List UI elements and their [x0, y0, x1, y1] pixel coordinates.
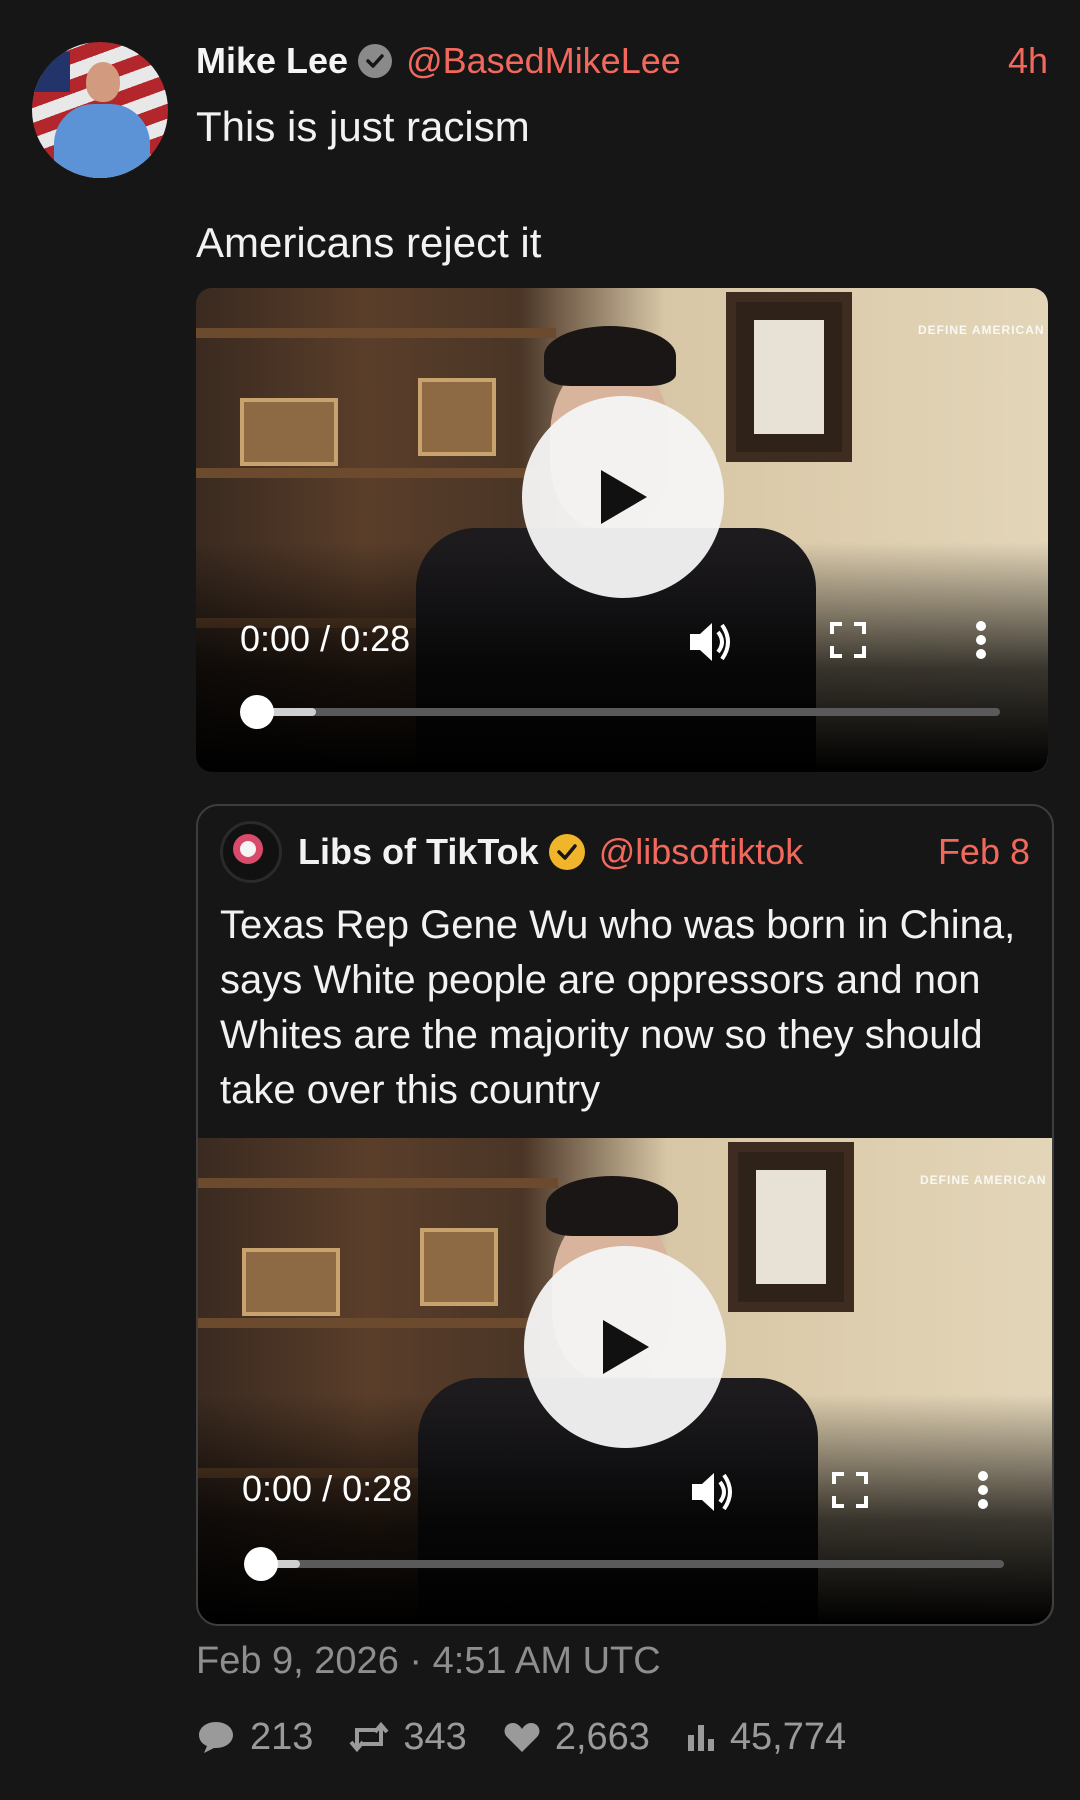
verified-gold-badge-icon — [548, 834, 585, 870]
post-timestamp[interactable]: Feb 9, 2026 · 4:51 AM UTC — [196, 1640, 661, 1683]
more-vertical-icon[interactable] — [974, 620, 988, 660]
quoted-post[interactable]: Libs of TikTok @libsoftiktok Feb 8 Texas… — [196, 804, 1054, 1626]
quoted-author-handle[interactable]: @libsoftiktok — [599, 831, 804, 873]
quoted-video-time-readout: 0:00 / 0:28 — [242, 1468, 413, 1509]
play-button[interactable] — [522, 396, 724, 598]
video-player[interactable]: DEFINE AMERICAN 0:00 / 0:28 — [196, 288, 1048, 772]
wall-frame — [728, 1142, 854, 1312]
quoted-post-header: Libs of TikTok @libsoftiktok Feb 8 — [220, 821, 1030, 883]
more-vertical-icon[interactable] — [976, 1470, 990, 1510]
author-avatar[interactable] — [32, 42, 168, 178]
heart-icon — [504, 1723, 540, 1752]
shelf-plaque — [420, 1228, 498, 1306]
quoted-author-name[interactable]: Libs of TikTok — [298, 831, 539, 873]
play-icon — [601, 470, 647, 524]
progress-scrubber[interactable] — [240, 695, 274, 729]
reply-count: 213 — [250, 1715, 314, 1758]
play-icon — [603, 1320, 649, 1374]
reply-stat[interactable]: 213 — [196, 1716, 313, 1759]
quoted-author-avatar[interactable] — [220, 821, 282, 883]
reply-icon — [199, 1722, 233, 1753]
avatar-body — [54, 104, 150, 178]
shelf — [196, 328, 556, 338]
volume-icon[interactable] — [688, 620, 734, 664]
post-time[interactable]: 4h — [1008, 40, 1048, 82]
post-text: This is just racism Americans reject it — [196, 103, 542, 266]
shelf-plaque — [418, 378, 496, 456]
post-header: Mike Lee @BasedMikeLee 4h — [196, 36, 1048, 86]
engagement-stats: 213 343 2,663 45,774 — [196, 1712, 882, 1762]
author-handle[interactable]: @BasedMikeLee — [406, 40, 681, 82]
speaker-hair — [544, 326, 676, 386]
video-controls: 0:00 / 0:28 — [196, 608, 1048, 678]
repost-stat[interactable]: 343 — [349, 1715, 467, 1759]
quoted-video-player[interactable]: DEFINE AMERICAN 0:00 / 0:28 — [198, 1138, 1052, 1624]
wall-frame — [726, 292, 852, 462]
quoted-video-controls: 0:00 / 0:28 — [198, 1458, 1052, 1528]
shelf — [198, 1318, 558, 1328]
quoted-post-text: Texas Rep Gene Wu who was born in China,… — [220, 903, 1016, 1112]
like-stat[interactable]: 2,663 — [503, 1716, 650, 1759]
shelf-plaque — [242, 1248, 340, 1316]
shelf-plaque — [240, 398, 338, 466]
repost-count: 343 — [403, 1715, 467, 1758]
author-name[interactable]: Mike Lee — [196, 40, 348, 82]
video-progress-bar[interactable] — [240, 695, 1000, 729]
shelf — [198, 1178, 558, 1188]
fullscreen-icon[interactable] — [830, 1470, 870, 1510]
quoted-video-progress-bar[interactable] — [244, 1547, 1004, 1581]
quoted-play-button[interactable] — [524, 1246, 726, 1448]
progress-scrubber[interactable] — [244, 1547, 278, 1581]
views-stat[interactable]: 45,774 — [686, 1716, 846, 1759]
verified-badge-icon — [358, 44, 393, 78]
avatar-logo-center — [240, 841, 256, 857]
shelf — [196, 468, 556, 478]
views-count: 45,774 — [729, 1715, 847, 1758]
video-watermark: DEFINE AMERICAN — [920, 1173, 1047, 1187]
repost-icon — [349, 1721, 389, 1753]
video-watermark: DEFINE AMERICAN — [918, 323, 1045, 337]
like-count: 2,663 — [554, 1715, 650, 1758]
video-time-readout: 0:00 / 0:28 — [240, 618, 411, 659]
views-icon — [687, 1725, 714, 1751]
quoted-post-time[interactable]: Feb 8 — [938, 831, 1030, 873]
flag-graphic — [32, 52, 70, 92]
fullscreen-icon[interactable] — [828, 620, 868, 660]
volume-icon[interactable] — [690, 1470, 736, 1514]
avatar-head — [86, 62, 120, 102]
speaker-hair — [546, 1176, 678, 1236]
